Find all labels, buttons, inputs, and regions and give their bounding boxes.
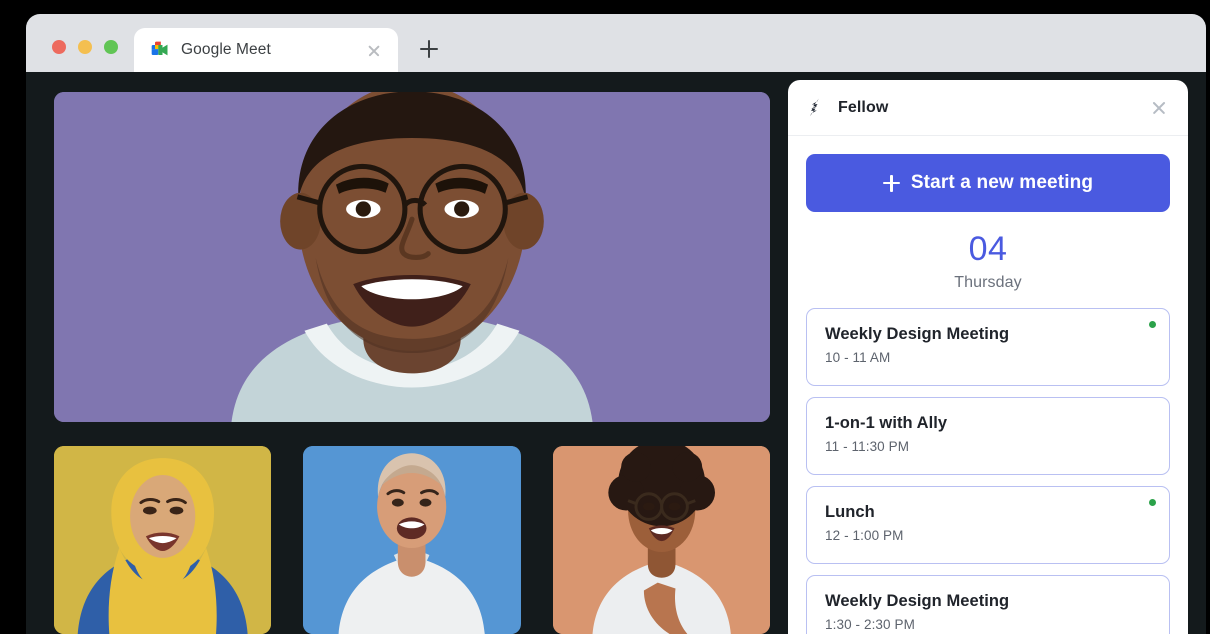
google-meet-icon bbox=[150, 40, 170, 60]
fellow-panel-header: Fellow bbox=[788, 80, 1188, 136]
participant-portrait-3 bbox=[552, 446, 770, 634]
meeting-time: 12 - 1:00 PM bbox=[825, 528, 904, 544]
meeting-time: 1:30 - 2:30 PM bbox=[825, 617, 915, 633]
close-icon[interactable] bbox=[1148, 97, 1170, 119]
participant-portrait-1 bbox=[54, 446, 272, 634]
browser-tabstrip: Google Meet bbox=[26, 14, 1206, 72]
meeting-card[interactable]: Lunch 12 - 1:00 PM bbox=[806, 485, 1170, 564]
meet-stage bbox=[26, 72, 788, 634]
meeting-list: Weekly Design Meeting 10 - 11 AM 1-on-1 … bbox=[806, 307, 1170, 634]
date-display: 04 Thursday bbox=[806, 212, 1170, 308]
speaker-portrait bbox=[54, 92, 770, 422]
participant-tile-3[interactable] bbox=[552, 446, 770, 634]
page-viewport: Fellow Start a new meeting 04 Thursday W… bbox=[26, 72, 1206, 634]
participant-tile-1[interactable] bbox=[54, 446, 272, 634]
date-day-number: 04 bbox=[968, 230, 1008, 268]
window-minimize-button[interactable] bbox=[78, 40, 92, 54]
fellow-panel-title: Fellow bbox=[838, 98, 889, 116]
meeting-card[interactable]: 1-on-1 with Ally 11 - 11:30 PM bbox=[806, 396, 1170, 475]
start-new-meeting-button[interactable]: Start a new meeting bbox=[806, 154, 1170, 212]
participant-thumbnails bbox=[54, 446, 770, 634]
fellow-panel-body: Start a new meeting 04 Thursday Weekly D… bbox=[788, 136, 1188, 634]
speaker-video-tile[interactable] bbox=[54, 92, 770, 422]
meeting-card[interactable]: Weekly Design Meeting 1:30 - 2:30 PM bbox=[806, 574, 1170, 634]
window-close-button[interactable] bbox=[52, 40, 66, 54]
tab-title: Google Meet bbox=[181, 41, 271, 58]
fellow-panel: Fellow Start a new meeting 04 Thursday W… bbox=[788, 80, 1188, 634]
meeting-title: Weekly Design Meeting bbox=[825, 324, 1010, 343]
meeting-title: 1-on-1 with Ally bbox=[825, 413, 948, 432]
tab-google-meet[interactable]: Google Meet bbox=[134, 28, 398, 72]
window-controls bbox=[26, 40, 134, 72]
meeting-time: 11 - 11:30 PM bbox=[825, 439, 910, 455]
live-status-dot bbox=[1149, 320, 1156, 328]
window-maximize-button[interactable] bbox=[104, 40, 118, 54]
start-new-meeting-label: Start a new meeting bbox=[910, 172, 1094, 193]
plus-icon bbox=[882, 174, 900, 192]
participant-tile-2[interactable] bbox=[303, 446, 521, 634]
browser-window: Google Meet Fellow Start a new meeting 0… bbox=[26, 14, 1206, 634]
meeting-title: Lunch bbox=[825, 502, 875, 521]
date-weekday: Thursday bbox=[954, 273, 1022, 291]
live-status-dot bbox=[1149, 498, 1156, 506]
meeting-card[interactable]: Weekly Design Meeting 10 - 11 AM bbox=[806, 307, 1170, 386]
new-tab-button[interactable] bbox=[412, 32, 446, 66]
participant-portrait-2 bbox=[303, 446, 521, 634]
meeting-time: 10 - 11 AM bbox=[825, 350, 891, 366]
meeting-title: Weekly Design Meeting bbox=[825, 591, 1010, 610]
fellow-logo-icon bbox=[806, 97, 827, 118]
close-icon[interactable] bbox=[364, 40, 384, 60]
